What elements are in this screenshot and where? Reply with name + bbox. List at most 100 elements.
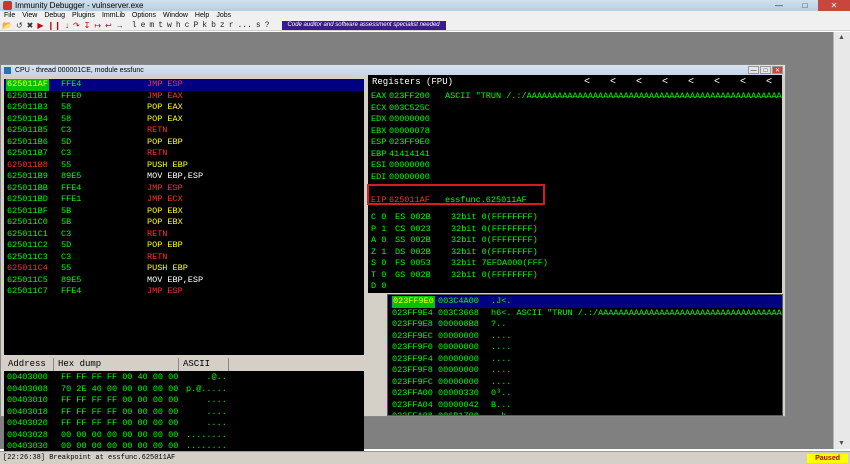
menu-plugins[interactable]: Plugins xyxy=(68,11,98,20)
letter-button[interactable]: P xyxy=(193,21,198,30)
open-icon[interactable]: 📂 xyxy=(0,21,14,30)
disasm-row[interactable]: 625011B6 5D POP EBP xyxy=(4,137,364,149)
segment-extra: 32bit 0(FFFFFFFF) xyxy=(451,269,538,280)
menu-debug[interactable]: Debug xyxy=(40,11,68,20)
hex-dump-pane[interactable]: Address Hex dump ASCII 00403000 FF FF FF … xyxy=(4,358,364,464)
column-header-address[interactable]: Address xyxy=(4,358,54,371)
restart-icon[interactable]: ↺ xyxy=(14,21,25,30)
nav-arrow-icon[interactable]: < xyxy=(688,75,694,90)
letter-button[interactable]: k xyxy=(202,21,207,30)
nav-arrow-icon[interactable]: < xyxy=(662,75,668,90)
disasm-row[interactable]: 625011C4 55 PUSH EBP xyxy=(4,263,364,275)
trace-over-icon[interactable]: ↦ xyxy=(92,21,103,30)
step-over-icon[interactable]: ↷ xyxy=(71,21,82,30)
menu-jobs[interactable]: Jobs xyxy=(212,11,234,20)
disasm-address: 625011B1 xyxy=(7,90,48,101)
disasm-row[interactable]: 625011C5 89E5 MOV EBP,ESP xyxy=(4,275,364,287)
menu-file[interactable]: File xyxy=(0,11,18,20)
letter-button[interactable]: w xyxy=(167,21,172,30)
run-icon[interactable]: ▶ xyxy=(35,21,45,30)
disasm-row[interactable]: 625011B5 C3 RETN xyxy=(4,125,364,137)
letter-button[interactable]: m xyxy=(149,21,154,30)
minimize-icon[interactable]: — xyxy=(766,0,792,11)
stack-row[interactable]: 023FFA00 00000330 0³.. xyxy=(390,388,782,400)
disasm-row[interactable]: 625011B9 89E5 MOV EBP,ESP xyxy=(4,171,364,183)
stack-row[interactable]: 023FF9F8 00000000.... xyxy=(390,365,782,377)
pause-icon[interactable]: ❙❙ xyxy=(46,21,63,30)
nav-arrow-icon[interactable]: < xyxy=(610,75,616,90)
stack-row[interactable]: 023FF9F4 00000000.... xyxy=(390,354,782,366)
close-icon[interactable]: ✕ xyxy=(772,66,783,74)
letter-button[interactable]: t xyxy=(158,21,163,30)
disasm-row[interactable]: 625011BB FFE4 JMP ESP xyxy=(4,183,364,195)
nav-arrow-icon[interactable]: < xyxy=(636,75,642,90)
disasm-row[interactable]: 625011B3 58 POP EAX xyxy=(4,102,364,114)
disasm-row[interactable]: 625011AF FFE4 JMP ESP xyxy=(4,79,364,91)
disasm-address: 625011C0 xyxy=(7,217,48,227)
execute-till-return-icon[interactable]: ↩ xyxy=(103,21,114,30)
stack-row[interactable]: 023FF9FC 00000000.... xyxy=(390,377,782,389)
menu-window[interactable]: Window xyxy=(159,11,191,20)
segment-value: SS 002B xyxy=(395,235,431,245)
letter-button[interactable]: ... xyxy=(238,21,252,30)
stack-row[interactable]: 023FFA04 00000042 B... xyxy=(390,400,782,412)
stack-pane[interactable]: 023FF9E0 003C4A00 .J<. 023FF9E4 003C3668 h6<.… xyxy=(387,294,783,416)
disasm-row[interactable]: 625011C0 5B POP EBX xyxy=(4,217,364,229)
letter-button[interactable]: ? xyxy=(265,21,270,30)
disassembly-pane[interactable]: 625011AF FFE4 JMP ESP 625011B1 FFE0 JMP EAX 62… xyxy=(4,79,364,355)
close-icon[interactable]: ✕ xyxy=(818,0,850,11)
column-header-ascii[interactable]: ASCII xyxy=(179,358,229,371)
step-into-icon[interactable]: ↓ xyxy=(63,21,71,30)
disasm-row[interactable]: 625011B8 55 PUSH EBP xyxy=(4,160,364,172)
registers-header: Registers (FPU) < < < < < < < < xyxy=(368,75,782,90)
stack-row[interactable]: 023FF9E0 003C4A00 .J<. xyxy=(390,296,782,308)
disasm-hex: 5D xyxy=(61,240,72,250)
disasm-row[interactable]: 625011BF 5B POP EBX xyxy=(4,206,364,218)
nav-arrow-icon[interactable]: < xyxy=(740,75,746,90)
trace-into-icon[interactable]: ↧ xyxy=(82,21,93,30)
disasm-address: 625011BF xyxy=(7,205,48,216)
menu-immlib[interactable]: ImmLib xyxy=(98,11,128,20)
disasm-row[interactable]: 625011B7 C3 RETN xyxy=(4,148,364,160)
nav-arrow-icon[interactable]: < xyxy=(714,75,720,90)
letter-button[interactable]: r xyxy=(229,21,234,30)
disasm-row[interactable]: 625011C7 FFE4 JMP ESP xyxy=(4,286,364,298)
disasm-row[interactable]: 625011C1 C3 RETN xyxy=(4,229,364,241)
letter-button[interactable]: e xyxy=(141,21,146,30)
stack-row[interactable]: 023FF9F0 00000000.... xyxy=(390,342,782,354)
maximize-icon[interactable]: □ xyxy=(792,0,818,11)
nav-arrow-icon[interactable]: < xyxy=(584,75,590,90)
letter-button[interactable]: z xyxy=(220,21,225,30)
scroll-down-icon[interactable]: ▼ xyxy=(838,440,845,447)
go-to-icon[interactable]: → xyxy=(114,21,126,30)
flag-name: P 1 xyxy=(371,223,387,234)
column-header-hex-dump[interactable]: Hex dump xyxy=(54,358,179,371)
stack-row[interactable]: 023FF9E8 000008B8?.. xyxy=(390,319,782,331)
disasm-row[interactable]: 625011BD FFE1 JMP ECX xyxy=(4,194,364,206)
disasm-row[interactable]: 625011B4 58 POP EAX xyxy=(4,114,364,126)
disasm-hex: FFE4 xyxy=(61,79,82,89)
stack-address: 023FF9F4 xyxy=(392,353,433,364)
minimize-icon[interactable]: — xyxy=(748,66,759,74)
letter-button[interactable]: s xyxy=(256,21,261,30)
menu-view[interactable]: View xyxy=(18,11,40,20)
nav-arrow-icon[interactable]: < xyxy=(766,75,772,90)
maximize-icon[interactable]: □ xyxy=(760,66,771,74)
disasm-hex: 58 xyxy=(61,102,72,112)
letter-button[interactable]: h xyxy=(176,21,181,30)
letter-button[interactable]: l xyxy=(132,21,137,30)
workspace-scrollbar[interactable]: ▲ ▼ xyxy=(833,32,850,449)
menu-options[interactable]: Options xyxy=(128,11,159,20)
letter-button[interactable]: c xyxy=(185,21,190,30)
scroll-up-icon[interactable]: ▲ xyxy=(838,34,845,41)
stack-row[interactable]: 023FFA08 006B1700 ..k. xyxy=(390,411,782,415)
letter-button[interactable]: b xyxy=(211,21,216,30)
stack-row[interactable]: 023FF9E4 003C3668 h6<. ASCII "TRUN /.:/AAA… xyxy=(390,308,782,320)
disasm-row[interactable]: 625011C2 5D POP EBP xyxy=(4,240,364,252)
disasm-hex: C3 xyxy=(61,228,72,239)
stack-row[interactable]: 023FF9EC 00000000.... xyxy=(390,331,782,343)
close-debuggee-icon[interactable]: ✖ xyxy=(25,21,36,30)
disasm-row[interactable]: 625011C3 C3 RETN xyxy=(4,252,364,264)
menu-help[interactable]: Help xyxy=(191,11,212,20)
disasm-row[interactable]: 625011B1 FFE0 JMP EAX xyxy=(4,91,364,103)
